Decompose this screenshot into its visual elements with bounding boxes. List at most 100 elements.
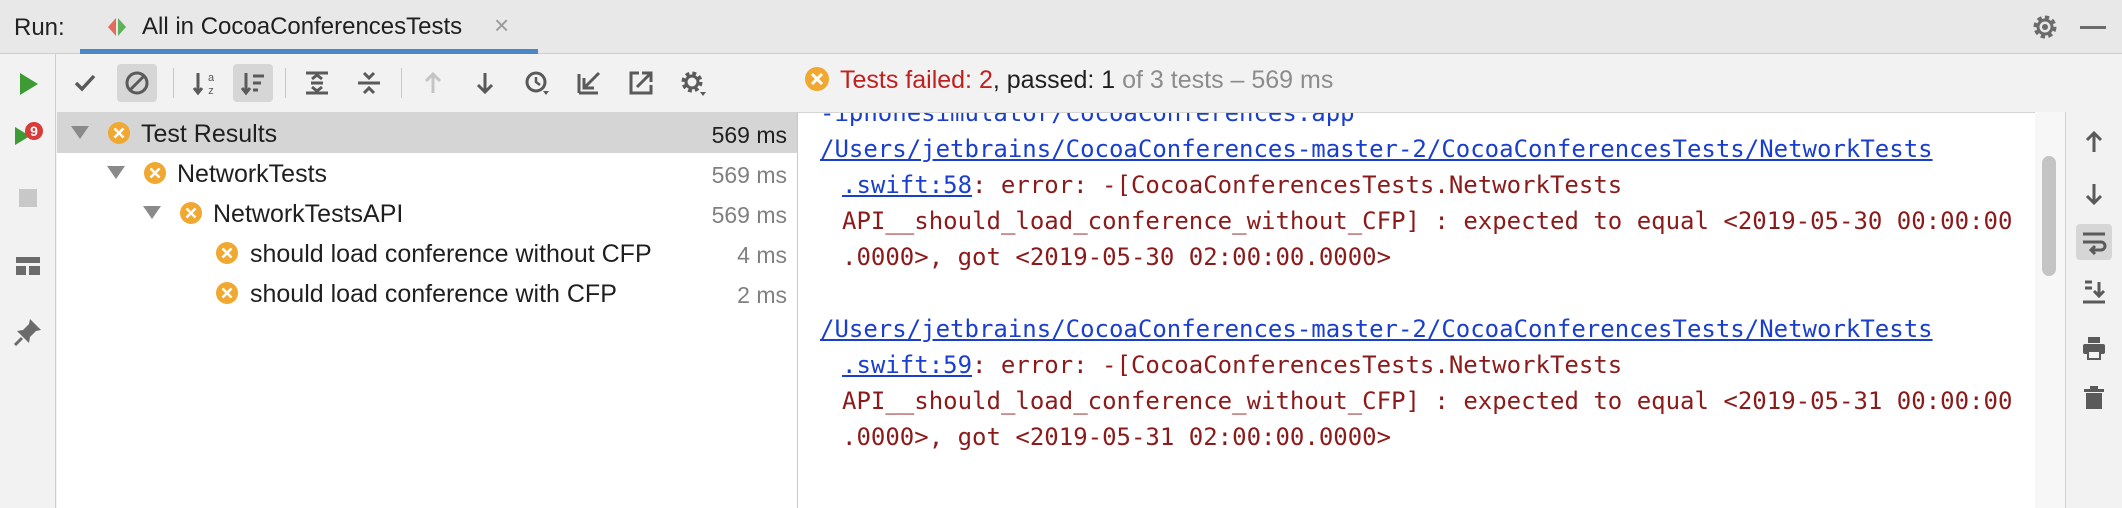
sort-alpha-icon: a z: [192, 72, 215, 97]
rerun-badge: 9: [30, 123, 38, 139]
tree-row-duration: 4 ms: [737, 242, 787, 268]
total-summary: of 3 tests – 569 ms: [1115, 66, 1334, 94]
tree-row-networktestsapi[interactable]: NetworkTestsAPI 569 ms: [57, 193, 797, 233]
toolbar-separator: [173, 68, 174, 98]
arrow-down-icon: [476, 73, 494, 95]
rerun-failed-tests-icon[interactable]: 9: [12, 120, 44, 152]
next-failed-button[interactable]: [465, 64, 505, 102]
expanded-arrow-icon[interactable]: [71, 126, 89, 139]
tree-row-label: Test Results: [141, 120, 278, 148]
clear-all-button[interactable]: [2076, 380, 2112, 416]
file-path-link[interactable]: /Users/jetbrains/CocoaConferences-master…: [820, 315, 1933, 343]
console-line: .0000>, got <2019-05-30 02:00:00.0000>: [842, 243, 1392, 271]
checkmark-icon: [74, 74, 96, 92]
arrow-up-icon: [2085, 130, 2103, 152]
tab-all-in-cocoaconferencestests[interactable]: All in CocoaConferencesTests ×: [80, 0, 538, 54]
sort-by-duration-button[interactable]: [233, 64, 273, 102]
status-separator: ,: [992, 66, 1007, 94]
soft-wrap-button[interactable]: [2076, 224, 2112, 260]
warning-status-icon: [805, 67, 829, 91]
expanded-arrow-icon[interactable]: [143, 206, 161, 219]
collapse-all-icon: [358, 71, 380, 95]
tree-row-duration: 569 ms: [711, 122, 787, 148]
show-ignored-button[interactable]: [117, 64, 157, 102]
clock-history-icon: [525, 71, 549, 95]
console-output[interactable]: -iphonesimulator/CocoaConferences.app /U…: [798, 112, 2035, 508]
console-scrollbar-thumb[interactable]: [2042, 156, 2056, 276]
settings-gear-icon[interactable]: [2030, 12, 2060, 42]
sort-duration-icon: [240, 73, 264, 96]
expanded-arrow-icon[interactable]: [107, 166, 125, 179]
minimize-icon[interactable]: [2080, 26, 2106, 29]
tree-row-test-without-cfp[interactable]: should load conference without CFP 4 ms: [57, 233, 797, 273]
console-line: .0000>, got <2019-05-31 02:00:00.0000>: [842, 423, 1392, 451]
tree-row-test-results[interactable]: Test Results 569 ms: [57, 113, 797, 153]
collapse-all-button[interactable]: [349, 64, 389, 102]
stop-icon[interactable]: [12, 182, 44, 214]
ignored-icon: [125, 71, 149, 95]
sort-alphabetically-button[interactable]: a z: [185, 64, 225, 102]
test-failed-icon: [216, 282, 238, 304]
tree-row-label: NetworkTestsAPI: [213, 200, 404, 228]
tree-row-duration: 2 ms: [737, 282, 787, 308]
soft-wrap-icon: [2083, 232, 2107, 256]
tree-row-networktests[interactable]: NetworkTests 569 ms: [57, 153, 797, 193]
svg-text:z: z: [208, 85, 214, 97]
test-runner-toolbar: a z: [57, 54, 797, 110]
pin-icon[interactable]: [12, 316, 44, 348]
test-failed-icon: [144, 162, 166, 184]
tree-row-label: NetworkTests: [177, 160, 328, 188]
test-config-icon: [108, 18, 126, 36]
tree-row-duration: 569 ms: [711, 162, 787, 188]
scroll-down-button[interactable]: [2076, 176, 2112, 212]
scroll-up-button[interactable]: [2076, 124, 2112, 160]
test-settings-button[interactable]: [673, 64, 713, 102]
import-tests-button[interactable]: [569, 64, 609, 102]
tab-title: All in CocoaConferencesTests: [142, 13, 463, 40]
toolbar-separator: [401, 68, 402, 98]
left-action-bar: 9: [0, 54, 56, 508]
file-line-link[interactable]: .swift:58: [842, 171, 972, 199]
console-line: -iphonesimulator/CocoaConferences.app: [820, 112, 1355, 127]
print-button[interactable]: [2076, 330, 2112, 366]
test-failed-icon: [216, 242, 238, 264]
tree-row-label: should load conference without CFP: [250, 240, 652, 268]
expand-all-icon: [306, 71, 328, 95]
svg-text:a: a: [208, 72, 215, 84]
status-text: Tests failed: 2, passed: 1 of 3 tests – …: [840, 66, 1333, 95]
tree-row-duration: 569 ms: [711, 202, 787, 228]
arrow-down-icon: [2085, 184, 2103, 206]
test-history-button[interactable]: [517, 64, 557, 102]
trash-icon: [2084, 386, 2104, 409]
expand-all-button[interactable]: [297, 64, 337, 102]
failed-count: Tests failed: 2: [840, 66, 993, 94]
test-failed-icon: [108, 122, 130, 144]
file-path-link[interactable]: /Users/jetbrains/CocoaConferences-master…: [820, 135, 1933, 163]
export-tests-button[interactable]: [621, 64, 661, 102]
close-tab-icon[interactable]: ×: [494, 10, 509, 41]
scroll-to-end-button[interactable]: [2076, 274, 2112, 310]
previous-failed-button[interactable]: [413, 64, 453, 102]
tree-row-test-with-cfp[interactable]: should load conference with CFP 2 ms: [57, 273, 797, 313]
console-line: API__should_load_conference_without_CFP]…: [842, 207, 2013, 235]
printer-icon: [2083, 337, 2105, 360]
console-line: : error: -[CocoaConferencesTests.Network…: [972, 351, 1623, 379]
test-results-tree: Test Results 569 ms NetworkTests 569 ms …: [57, 112, 797, 508]
gear-icon: [681, 71, 706, 96]
run-icon[interactable]: [12, 68, 44, 100]
show-passed-button[interactable]: [65, 64, 105, 102]
console-line: : error: -[CocoaConferencesTests.Network…: [972, 171, 1623, 199]
import-icon: [577, 71, 601, 95]
toolbar-separator: [285, 68, 286, 98]
run-tool-window-header: Run: All in CocoaConferencesTests ×: [0, 0, 2122, 54]
passed-count: passed: 1: [1006, 66, 1116, 94]
run-label: Run:: [14, 14, 65, 41]
export-icon: [629, 71, 653, 95]
test-failed-icon: [180, 202, 202, 224]
tree-row-label: should load conference with CFP: [250, 280, 617, 308]
layout-icon[interactable]: [12, 250, 44, 282]
arrow-up-icon: [424, 71, 442, 93]
console-action-bar: [2065, 112, 2122, 508]
console-line: API__should_load_conference_without_CFP]…: [842, 387, 2013, 415]
file-line-link[interactable]: .swift:59: [842, 351, 972, 379]
